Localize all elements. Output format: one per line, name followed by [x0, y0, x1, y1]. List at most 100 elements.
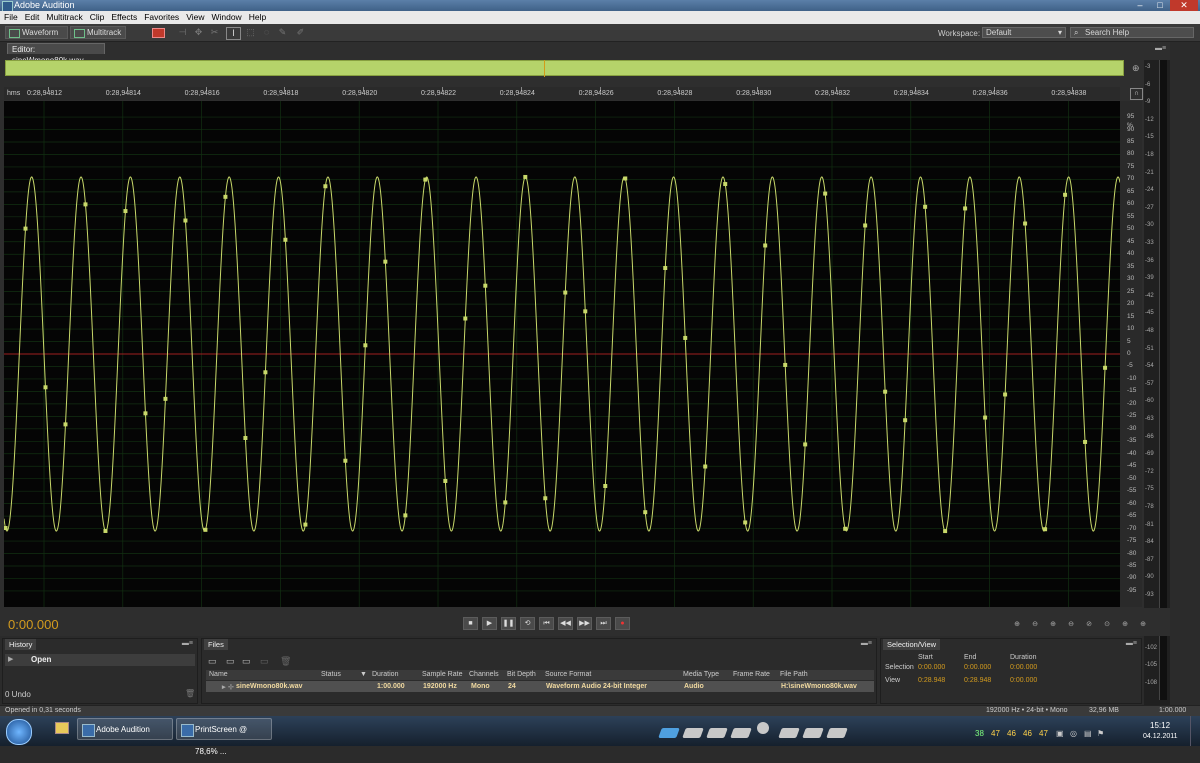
sample-point[interactable] — [943, 529, 948, 534]
time-selection-tool-icon[interactable]: I — [226, 27, 241, 40]
sample-point[interactable] — [183, 218, 188, 223]
sample-point[interactable] — [1083, 439, 1088, 444]
col-duration[interactable]: Duration — [372, 671, 398, 678]
sample-point[interactable] — [703, 464, 708, 469]
clock-date[interactable]: 04.12.2011 — [1143, 733, 1178, 740]
tray-app-icon[interactable]: ▤ — [1084, 729, 1092, 738]
sample-point[interactable] — [203, 527, 208, 532]
taskbar-item-printscreen[interactable]: PrintScreen @ 78,6% ... — [176, 718, 272, 756]
col-channels[interactable]: Channels — [469, 671, 499, 678]
sample-point[interactable] — [163, 396, 168, 401]
menu-clip[interactable]: Clip — [86, 11, 108, 24]
zoom-in-left-icon[interactable]: ⊕ — [1118, 619, 1132, 630]
trash-icon[interactable]: 🗑 — [185, 689, 195, 698]
time-ruler[interactable]: hms 0:28,94812 0:28,94814 0:28,94816 0:28,9… — [4, 87, 1120, 100]
menu-file[interactable]: File — [0, 11, 21, 24]
sample-point[interactable] — [303, 522, 308, 527]
timecode-display[interactable]: 0:00.000 — [8, 617, 59, 632]
sample-point[interactable] — [4, 526, 8, 531]
close-button[interactable]: ✕ — [1170, 0, 1198, 11]
col-bit-depth[interactable]: Bit Depth — [507, 671, 536, 678]
sample-point[interactable] — [483, 283, 488, 288]
menu-help[interactable]: Help — [245, 11, 269, 24]
move-tool-icon[interactable]: ✥ — [192, 27, 205, 38]
panel-menu-icon[interactable]: ▬≡ — [1155, 45, 1166, 52]
view-end[interactable]: 0:28.948 — [964, 677, 991, 684]
rewind-button[interactable]: ◀◀ — [558, 617, 573, 630]
drive-icon[interactable] — [802, 728, 824, 738]
waveform-display[interactable] — [4, 101, 1120, 607]
selection-duration[interactable]: 0:00.000 — [1010, 664, 1037, 671]
view-start[interactable]: 0:28.948 — [918, 677, 945, 684]
sample-point[interactable] — [883, 389, 888, 394]
sample-point[interactable] — [663, 266, 668, 271]
sample-point[interactable] — [1103, 365, 1108, 370]
razor-tool-icon[interactable]: ✂ — [208, 27, 221, 38]
col-frame-rate[interactable]: Frame Rate — [733, 671, 770, 678]
clock-time[interactable]: 15:12 — [1150, 721, 1170, 730]
overview-playhead[interactable] — [544, 60, 545, 77]
sample-point[interactable] — [103, 528, 108, 533]
import-file-icon[interactable]: ▭ — [226, 656, 235, 667]
sample-point[interactable] — [823, 191, 828, 196]
usb-icon[interactable] — [757, 722, 769, 734]
explorer-icon[interactable] — [55, 722, 69, 734]
zoom-in-right-icon[interactable]: ⊕ — [1136, 619, 1150, 630]
history-item-open[interactable]: ▶ Open — [5, 654, 195, 666]
zoom-out-amplitude-icon[interactable]: ⊖ — [1028, 619, 1042, 630]
col-status[interactable]: Status — [321, 671, 341, 678]
col-media-type[interactable]: Media Type — [683, 671, 719, 678]
sample-point[interactable] — [63, 422, 68, 427]
tray-app-icon[interactable]: ◎ — [1070, 729, 1077, 738]
selection-start[interactable]: 0:00.000 — [918, 664, 945, 671]
sample-point[interactable] — [283, 237, 288, 242]
sample-point[interactable] — [923, 204, 928, 209]
sample-point[interactable] — [563, 290, 568, 295]
zoom-in-time-icon[interactable]: ⊕ — [1046, 619, 1060, 630]
drive-icon[interactable] — [730, 728, 752, 738]
zoom-in-amplitude-icon[interactable]: ⊕ — [1010, 619, 1024, 630]
sample-point[interactable] — [463, 316, 468, 321]
sample-point[interactable] — [783, 362, 788, 367]
network-icon[interactable] — [658, 728, 680, 738]
sample-point[interactable] — [1003, 392, 1008, 397]
start-button[interactable] — [6, 719, 32, 745]
open-file-icon[interactable]: ▭ — [208, 656, 217, 667]
sample-point[interactable] — [423, 177, 428, 182]
multitrack-view-button[interactable]: Multitrack — [70, 26, 126, 39]
taskbar-item-audition[interactable]: Adobe Audition — [77, 718, 173, 740]
sample-point[interactable] — [723, 182, 728, 187]
selection-view-tab[interactable]: Selection/View — [883, 639, 941, 650]
sample-point[interactable] — [843, 526, 848, 531]
sample-point[interactable] — [123, 209, 128, 214]
lasso-tool-icon[interactable]: ◌ — [260, 27, 273, 38]
fast-forward-button[interactable]: ▶▶ — [577, 617, 592, 630]
file-expand-icon[interactable]: ▸ — [222, 683, 226, 691]
editor-tab[interactable]: Editor: sineWmono80k.wav — [7, 43, 105, 65]
col-file-path[interactable]: File Path — [780, 671, 808, 678]
sample-point[interactable] — [523, 174, 528, 179]
new-file-icon[interactable]: ▭ — [242, 656, 251, 667]
search-input[interactable]: ⌕ Search Help — [1070, 27, 1194, 38]
minimize-button[interactable]: – — [1130, 0, 1150, 11]
tray-app-icon[interactable]: ▣ — [1056, 729, 1064, 738]
close-file-icon[interactable]: 🗑 — [280, 656, 291, 667]
col-sample-rate[interactable]: Sample Rate — [422, 671, 462, 678]
col-source-format[interactable]: Source Format — [545, 671, 591, 678]
menu-view[interactable]: View — [182, 11, 207, 24]
sample-point[interactable] — [403, 513, 408, 518]
sample-point[interactable] — [363, 343, 368, 348]
sample-point[interactable] — [43, 385, 48, 390]
sample-point[interactable] — [23, 226, 28, 231]
menu-edit[interactable]: Edit — [21, 11, 43, 24]
col-name[interactable]: Name — [209, 671, 228, 678]
waveform-view-button[interactable]: Waveform — [5, 26, 68, 39]
table-row[interactable] — [206, 681, 874, 692]
files-panel-menu-icon[interactable]: ▬≡ — [861, 640, 872, 647]
snap-icon[interactable]: ∩ — [1130, 88, 1143, 100]
sample-point[interactable] — [583, 309, 588, 314]
workspace-select[interactable]: Default ▾ — [982, 27, 1066, 38]
flag-icon[interactable]: ⚑ — [1097, 729, 1104, 738]
drive-icon[interactable] — [826, 728, 848, 738]
skip-to-end-button[interactable]: ⏭ — [596, 617, 611, 630]
